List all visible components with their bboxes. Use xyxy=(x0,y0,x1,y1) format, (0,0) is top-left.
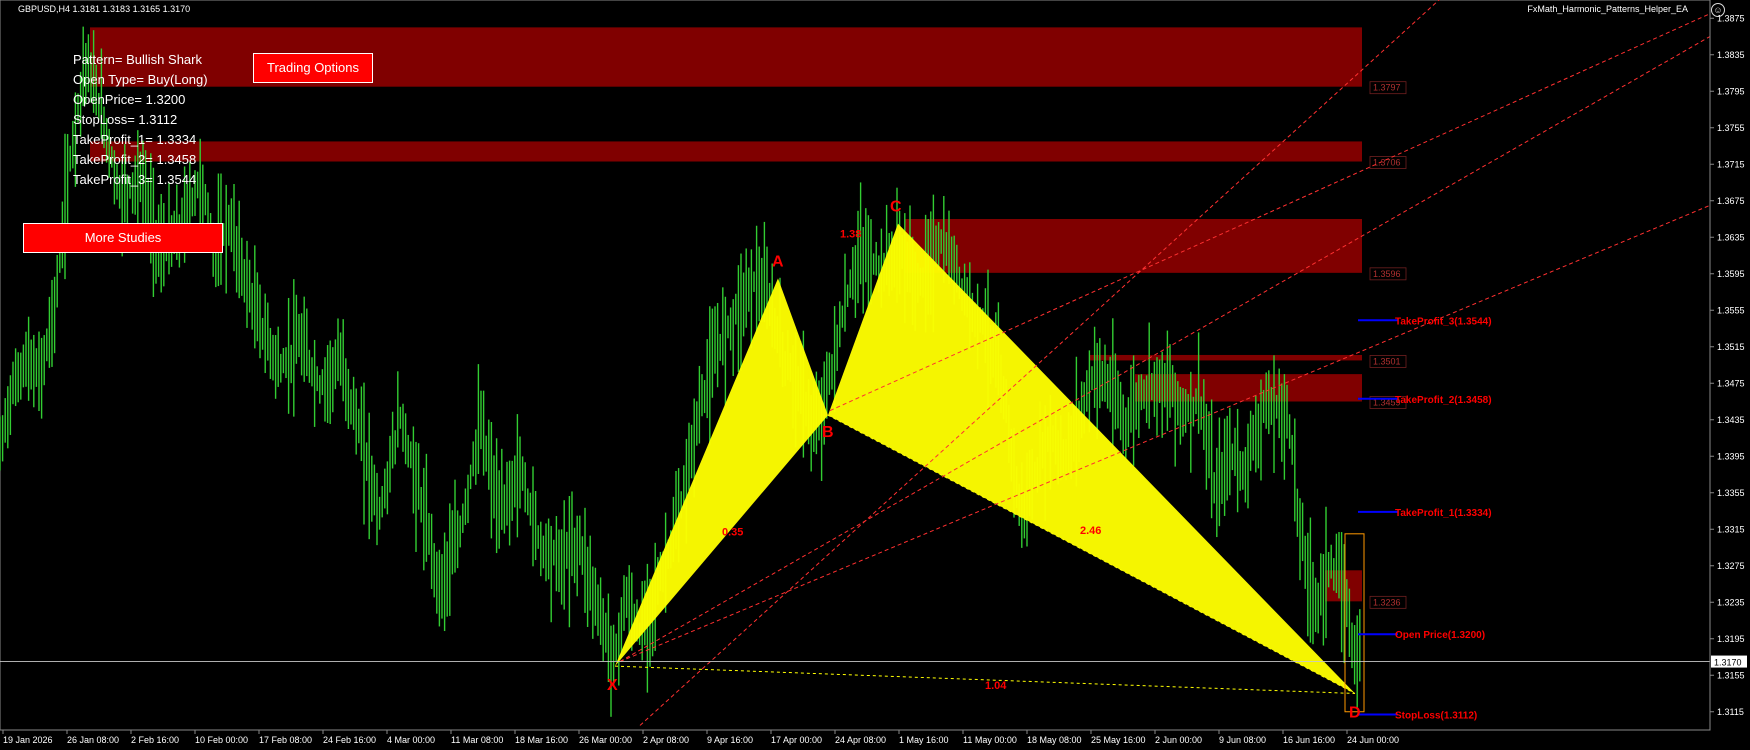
time-tick-label: 2 Jun 00:00 xyxy=(1155,735,1202,745)
pattern-info-panel: Pattern= Bullish Shark Open Type= Buy(Lo… xyxy=(73,50,208,190)
time-tick-label: 2 Apr 08:00 xyxy=(643,735,689,745)
ratio-label: 0.35 xyxy=(722,527,743,539)
price-tick-label: 1.3435 xyxy=(1717,415,1745,425)
zone-label: 1.3236 xyxy=(1373,597,1401,607)
time-tick-label: 24 Jun 00:00 xyxy=(1347,735,1399,745)
price-tick-label: 1.3835 xyxy=(1717,50,1745,60)
level-label: TakeProfit_1(1.3334) xyxy=(1395,508,1492,519)
time-tick-label: 1 May 16:00 xyxy=(899,735,949,745)
time-tick-label: 10 Feb 00:00 xyxy=(195,735,248,745)
price-tick-label: 1.3315 xyxy=(1717,524,1745,534)
take-profit-2: TakeProfit_2= 1.3458 xyxy=(73,152,197,167)
level-label: StopLoss(1.3112) xyxy=(1395,710,1477,721)
price-tick-label: 1.3755 xyxy=(1717,123,1745,133)
symbol-info: GBPUSD,H4 1.3181 1.3183 1.3165 1.3170 xyxy=(18,4,191,14)
open-price: OpenPrice= 1.3200 xyxy=(73,92,186,107)
time-tick-label: 17 Feb 08:00 xyxy=(259,735,312,745)
price-chart[interactable]: 1.37971.37061.35961.35011.34591.3236 Tak… xyxy=(0,0,1750,750)
time-tick-label: 19 Jan 2026 xyxy=(3,735,53,745)
point-label-d: D xyxy=(1349,705,1361,722)
price-tick-label: 1.3715 xyxy=(1717,159,1745,169)
time-tick-label: 9 Apr 16:00 xyxy=(707,735,753,745)
price-tick-label: 1.3475 xyxy=(1717,378,1745,388)
take-profit-3: TakeProfit_3= 1.3544 xyxy=(73,172,197,187)
time-tick-label: 9 Jun 08:00 xyxy=(1219,735,1266,745)
price-tick-label: 1.3595 xyxy=(1717,269,1745,279)
ratio-label: 1.38 xyxy=(840,228,861,240)
more-studies-button[interactable]: More Studies xyxy=(23,223,223,253)
price-tick-label: 1.3675 xyxy=(1717,196,1745,206)
level-label: TakeProfit_2(1.3458) xyxy=(1395,395,1492,406)
time-tick-label: 11 Mar 08:00 xyxy=(451,735,503,745)
time-tick-label: 25 May 16:00 xyxy=(1091,735,1146,745)
open-type: Open Type= Buy(Long) xyxy=(73,72,208,87)
price-tick-label: 1.3635 xyxy=(1717,232,1745,242)
time-tick-label: 24 Feb 16:00 xyxy=(323,735,376,745)
level-label: TakeProfit_3(1.3544) xyxy=(1395,316,1492,327)
zone-label: 1.3501 xyxy=(1373,356,1401,366)
time-tick-label: 4 Mar 00:00 xyxy=(387,735,435,745)
price-axis: 1.38751.38351.37951.37551.37151.36751.36… xyxy=(1709,0,1747,730)
trading-options-button[interactable]: Trading Options xyxy=(253,53,373,83)
zone-label: 1.3596 xyxy=(1373,269,1401,279)
smiley-icon[interactable]: ☺ xyxy=(1711,3,1725,17)
current-price-label: 1.3170 xyxy=(1714,658,1742,668)
ratio-label: 2.46 xyxy=(1080,525,1101,537)
pattern-type: Pattern= Bullish Shark xyxy=(73,52,202,67)
point-label-x: X xyxy=(607,677,618,694)
ratio-label: 1.04 xyxy=(985,680,1007,692)
expert-advisor-name: FxMath_Harmonic_Patterns_Helper_EA xyxy=(1527,4,1688,14)
zone-3 xyxy=(1090,354,1362,361)
time-tick-label: 24 Apr 08:00 xyxy=(835,735,886,745)
time-tick-label: 26 Mar 00:00 xyxy=(579,735,632,745)
price-tick-label: 1.3235 xyxy=(1717,597,1745,607)
take-profit-1: TakeProfit_1= 1.3334 xyxy=(73,132,197,147)
price-tick-label: 1.3195 xyxy=(1717,634,1745,644)
level-label: Open Price(1.3200) xyxy=(1395,630,1485,641)
price-tick-label: 1.3115 xyxy=(1717,707,1744,717)
price-tick-label: 1.3355 xyxy=(1717,488,1745,498)
zone-label: 1.3797 xyxy=(1373,83,1401,93)
time-tick-label: 17 Apr 00:00 xyxy=(771,735,822,745)
zone-1 xyxy=(90,141,1362,162)
time-tick-label: 2 Feb 16:00 xyxy=(131,735,179,745)
zone-2 xyxy=(905,219,1362,273)
price-tick-label: 1.3275 xyxy=(1717,561,1745,571)
price-tick-label: 1.3395 xyxy=(1717,451,1745,461)
price-tick-label: 1.3515 xyxy=(1717,342,1745,352)
time-tick-label: 18 Mar 16:00 xyxy=(515,735,568,745)
price-tick-label: 1.3155 xyxy=(1717,670,1745,680)
time-tick-label: 16 Jun 16:00 xyxy=(1283,735,1335,745)
price-tick-label: 1.3555 xyxy=(1717,305,1745,315)
time-axis: 19 Jan 2026 26 Jan 08:00 2 Feb 16:00 10 Feb… xyxy=(2,730,1399,745)
point-label-b: B xyxy=(822,424,834,441)
time-tick-label: 26 Jan 08:00 xyxy=(67,735,119,745)
price-tick-label: 1.3795 xyxy=(1717,86,1745,96)
point-label-a: A xyxy=(772,253,784,270)
zone-4 xyxy=(1135,374,1362,402)
stop-loss: StopLoss= 1.3112 xyxy=(73,112,178,127)
time-tick-label: 11 May 00:00 xyxy=(963,735,1017,745)
point-label-c: C xyxy=(890,199,902,216)
time-tick-label: 18 May 08:00 xyxy=(1027,735,1082,745)
